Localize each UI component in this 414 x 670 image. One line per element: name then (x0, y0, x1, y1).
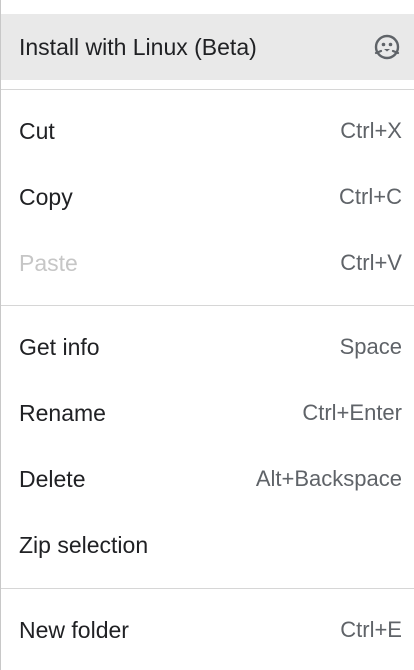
menu-item-shortcut: Space (339, 334, 402, 359)
menu-item-shortcut: Ctrl+Enter (302, 400, 402, 425)
menu-item-get-info[interactable]: Get info Space (1, 314, 414, 380)
menu-item-label: New folder (19, 616, 129, 643)
menu-item-label: Delete (19, 465, 86, 492)
menu-item-paste: Paste Ctrl+V (1, 230, 414, 296)
menu-item-shortcut: Alt+Backspace (255, 466, 402, 491)
menu-separator (1, 305, 414, 306)
linux-penguin-icon (372, 32, 402, 62)
menu-item-zip-selection[interactable]: Zip selection (1, 512, 414, 578)
menu-item-install-with-linux[interactable]: Install with Linux (Beta) (1, 14, 414, 80)
menu-item-label: Install with Linux (Beta) (19, 33, 257, 60)
menu-item-shortcut: Ctrl+E (340, 617, 402, 642)
menu-item-label: Get info (19, 333, 100, 360)
menu-item-label: Zip selection (19, 531, 149, 558)
menu-item-label: Copy (19, 183, 73, 210)
context-menu: Install with Linux (Beta) Cut Ctrl+X Cop… (0, 0, 414, 670)
menu-item-rename[interactable]: Rename Ctrl+Enter (1, 380, 414, 446)
menu-item-delete[interactable]: Delete Alt+Backspace (1, 446, 414, 512)
menu-separator (1, 588, 414, 589)
menu-item-label: Cut (19, 117, 55, 144)
menu-item-shortcut: Ctrl+C (339, 184, 402, 209)
menu-separator (1, 89, 414, 90)
menu-item-cut[interactable]: Cut Ctrl+X (1, 98, 414, 164)
menu-item-new-folder[interactable]: New folder Ctrl+E (1, 597, 414, 663)
menu-item-label: Paste (19, 249, 78, 276)
menu-item-label: Rename (19, 399, 106, 426)
menu-item-shortcut: Ctrl+X (340, 118, 402, 143)
menu-item-shortcut: Ctrl+V (340, 250, 402, 275)
menu-item-copy[interactable]: Copy Ctrl+C (1, 164, 414, 230)
